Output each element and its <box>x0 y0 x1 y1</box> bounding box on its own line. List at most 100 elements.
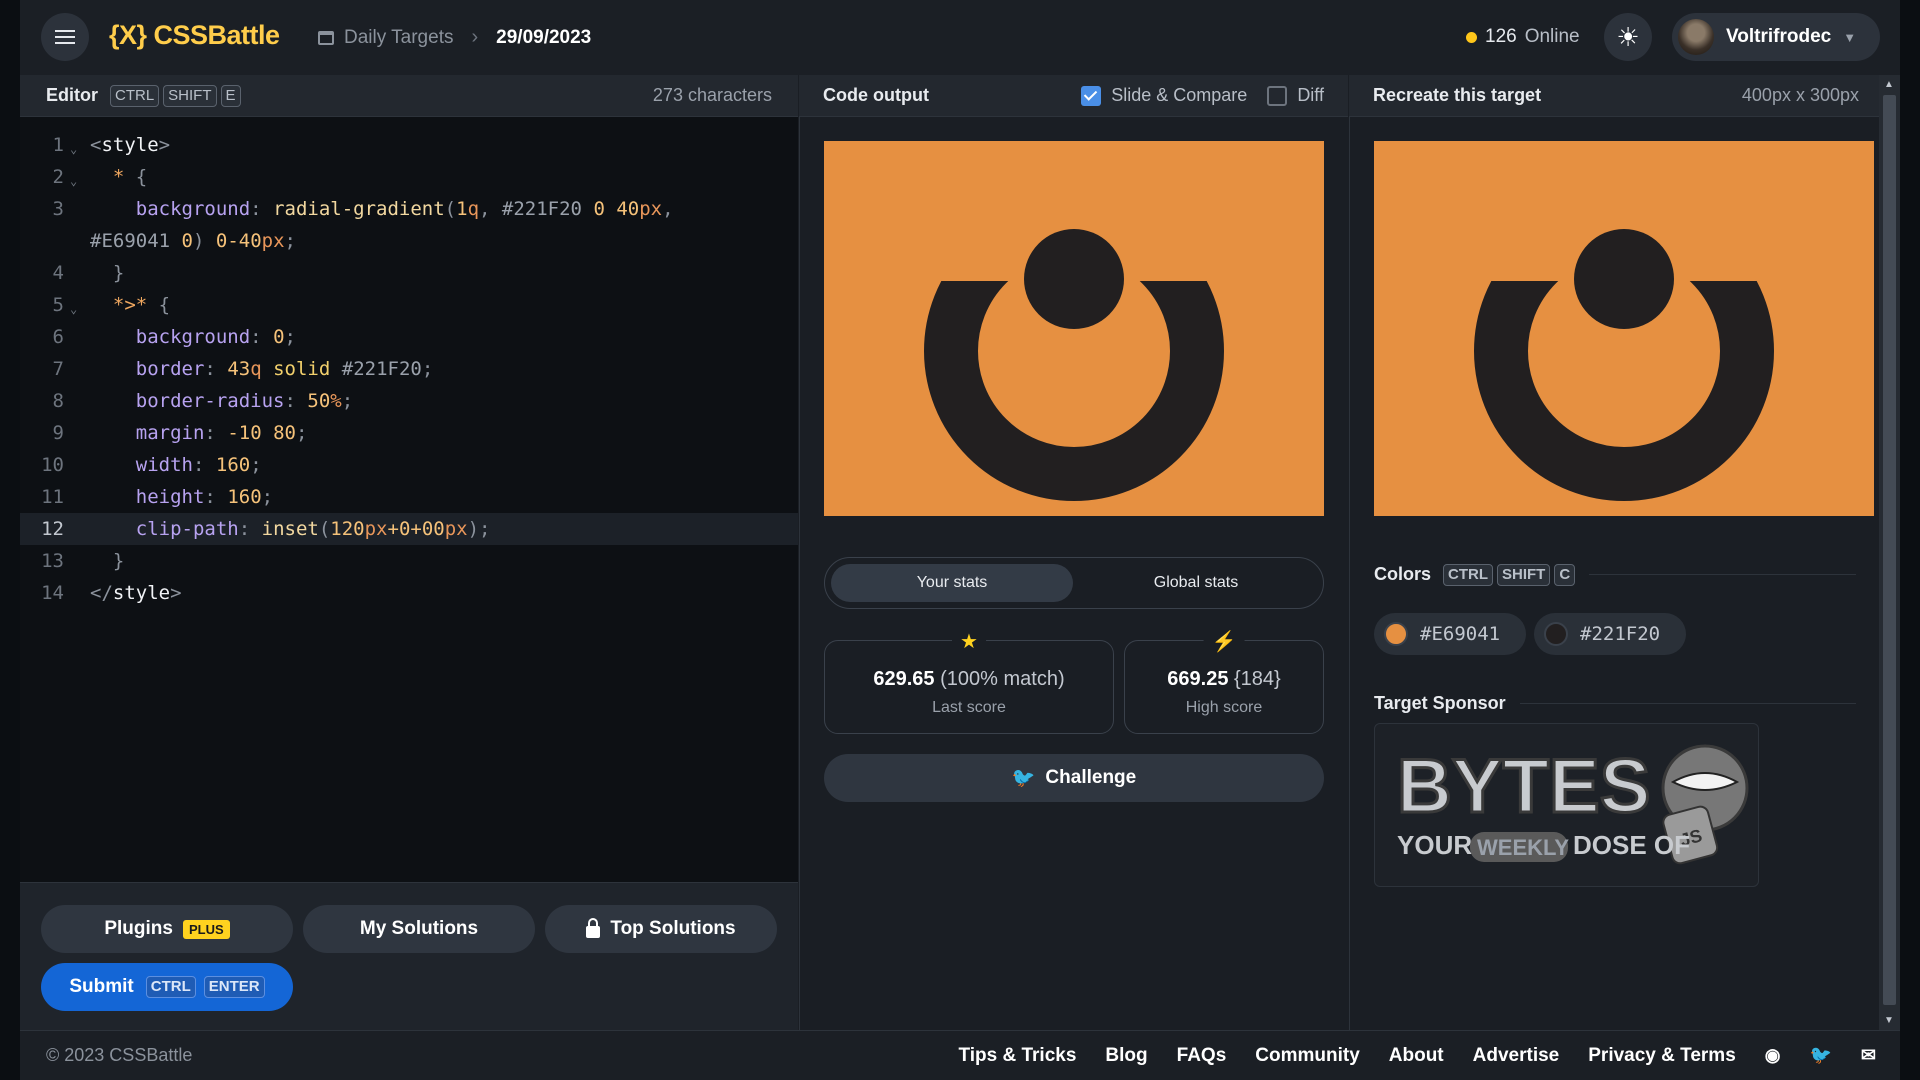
submit-button[interactable]: Submit CTRL ENTER <box>41 963 293 1011</box>
line-number: 6 <box>52 326 64 348</box>
target-title: Recreate this target <box>1373 85 1542 105</box>
mail-icon[interactable]: ✉ <box>1861 1045 1876 1066</box>
target-header: Recreate this target 400px x 300px <box>1349 75 1879 117</box>
divider <box>1519 703 1856 704</box>
diff-toggle[interactable]: Diff <box>1267 85 1324 106</box>
color-chip-orange[interactable]: #E69041 <box>1374 613 1526 655</box>
online-indicator: 126 Online <box>1466 26 1580 48</box>
color-hex: #E69041 <box>1420 623 1501 645</box>
last-score-label: Last score <box>932 699 1006 716</box>
high-score-value: 669.25 <box>1167 668 1229 690</box>
diff-label: Diff <box>1297 85 1324 105</box>
my-solutions-button[interactable]: My Solutions <box>303 905 535 953</box>
breadcrumb-daily-targets[interactable]: Daily Targets <box>344 27 453 49</box>
diff-checkbox[interactable] <box>1267 85 1288 106</box>
target-size: 400px x 300px <box>1741 85 1859 105</box>
tab-your-stats[interactable]: Your stats <box>831 564 1073 602</box>
footer-link-about[interactable]: About <box>1389 1045 1444 1067</box>
kbd-ctrl: CTRL <box>145 976 196 998</box>
sponsor-tag2: WEEKLY <box>1477 835 1569 860</box>
line-number: 3 <box>52 198 64 220</box>
tab-global-stats[interactable]: Global stats <box>1075 564 1317 602</box>
breadcrumb-date: 29/09/2023 <box>496 26 592 48</box>
online-dot-icon <box>1466 31 1477 43</box>
line-number: 5 <box>52 294 64 316</box>
challenge-label: Challenge <box>1045 767 1137 788</box>
top-header: {X} CSSBattle Daily Targets › 29/09/2023… <box>20 0 1900 75</box>
line-number: 9 <box>52 422 64 444</box>
colors-title: Colors <box>1374 564 1432 584</box>
discord-icon[interactable]: ◉ <box>1765 1045 1781 1066</box>
code-lines[interactable]: 1 ⌄ <style> 2 ⌄ * { 3 background: radial-gr… <box>20 129 798 609</box>
slide-compare-checkbox[interactable] <box>1081 85 1102 106</box>
top-solutions-button[interactable]: Top Solutions <box>545 905 777 953</box>
caret-down-icon: ▼ <box>1843 29 1857 45</box>
twitter-icon[interactable]: 🐦 <box>1809 1045 1831 1066</box>
line-number: 8 <box>52 390 64 412</box>
user-menu[interactable]: Voltrifrodec ▼ <box>1672 13 1880 61</box>
app: {X} CSSBattle Daily Targets › 29/09/2023… <box>20 0 1900 1080</box>
lock-icon <box>586 918 601 938</box>
kbd-c: C <box>1554 564 1576 586</box>
slide-compare-toggle[interactable]: Slide & Compare <box>1081 85 1247 106</box>
stats-tabs: Your stats Global stats <box>824 557 1324 609</box>
scroll-down-icon[interactable]: ▼ <box>1884 1015 1894 1026</box>
plugins-button[interactable]: Plugins PLUS <box>41 905 293 953</box>
scrollbar[interactable]: ▲ ▼ <box>1879 75 1900 1030</box>
color-chip-dark[interactable]: #221F20 <box>1534 613 1686 655</box>
line-number: 14 <box>41 582 64 604</box>
scrollbar-thumb[interactable] <box>1883 95 1896 1005</box>
breadcrumb: Daily Targets › 29/09/2023 <box>318 26 591 49</box>
output-circle <box>1024 229 1124 329</box>
target-canvas <box>1374 141 1874 516</box>
menu-button[interactable] <box>41 13 89 61</box>
active-line: 12 clip-path: inset(120px+0+00px); <box>20 513 798 545</box>
slide-compare-label: Slide & Compare <box>1111 85 1248 105</box>
line-number: 1 <box>52 134 64 156</box>
output-panel: Your stats Global stats ★ 629.65 (100% m… <box>799 117 1348 1030</box>
top-solutions-label: Top Solutions <box>610 918 736 939</box>
sponsor-title: Target Sponsor <box>1374 693 1506 713</box>
kbd-ctrl: CTRL <box>1443 564 1494 586</box>
theme-toggle-button[interactable]: ☀ <box>1604 13 1652 61</box>
kbd-e: E <box>220 85 241 107</box>
target-panel: Colors CTRL SHIFT C #E69041 #221F20 Target… <box>1349 117 1879 1030</box>
line-number: 12 <box>41 518 64 540</box>
footer-link-community[interactable]: Community <box>1255 1045 1360 1067</box>
bolt-icon: ⚡ <box>1203 629 1245 654</box>
footer-link-blog[interactable]: Blog <box>1105 1045 1147 1067</box>
code-output-canvas[interactable] <box>824 141 1324 516</box>
online-label: Online <box>1524 26 1580 47</box>
editor-header: Editor CTRL SHIFT E 273 characters <box>20 75 798 117</box>
divider <box>1589 574 1856 575</box>
username: Voltrifrodec <box>1726 26 1832 47</box>
last-score-card: ★ 629.65 (100% match) Last score <box>824 629 1114 734</box>
sponsor-heading: Target Sponsor <box>1374 693 1856 714</box>
footer-link-privacy[interactable]: Privacy & Terms <box>1588 1045 1736 1067</box>
kbd-shift: SHIFT <box>163 85 217 107</box>
target-circle <box>1574 229 1674 329</box>
high-chars: {184} <box>1234 668 1281 690</box>
online-count: 126 <box>1485 26 1517 47</box>
color-hex: #221F20 <box>1580 623 1661 645</box>
sponsor-tag3: DOSE OF <box>1573 830 1690 860</box>
scroll-up-icon[interactable]: ▲ <box>1884 79 1894 90</box>
output-header: Code output Slide & Compare Diff <box>799 75 1348 117</box>
sponsor-banner[interactable]: BYTES JS YOUR WEEKLY DOSE OF <box>1374 723 1759 887</box>
last-score-value: 629.65 <box>873 668 935 690</box>
twitter-icon: 🐦 <box>1011 768 1036 789</box>
footer-link-faqs[interactable]: FAQs <box>1177 1045 1227 1067</box>
color-swatch <box>1544 622 1568 646</box>
kbd-ctrl: CTRL <box>110 85 160 107</box>
line-number: 10 <box>41 454 64 476</box>
plus-badge: PLUS <box>182 919 230 939</box>
plugins-label: Plugins <box>104 918 173 939</box>
footer-link-tips[interactable]: Tips & Tricks <box>958 1045 1076 1067</box>
footer-link-advertise[interactable]: Advertise <box>1473 1045 1560 1067</box>
challenge-button[interactable]: 🐦 Challenge <box>824 754 1324 802</box>
star-icon: ★ <box>952 629 986 654</box>
sponsor-word: BYTES <box>1397 744 1650 829</box>
line-number: 11 <box>41 486 64 508</box>
code-editor[interactable]: 1 ⌄ <style> 2 ⌄ * { 3 background: radial-gr… <box>20 117 798 882</box>
logo[interactable]: {X} CSSBattle <box>109 20 280 51</box>
